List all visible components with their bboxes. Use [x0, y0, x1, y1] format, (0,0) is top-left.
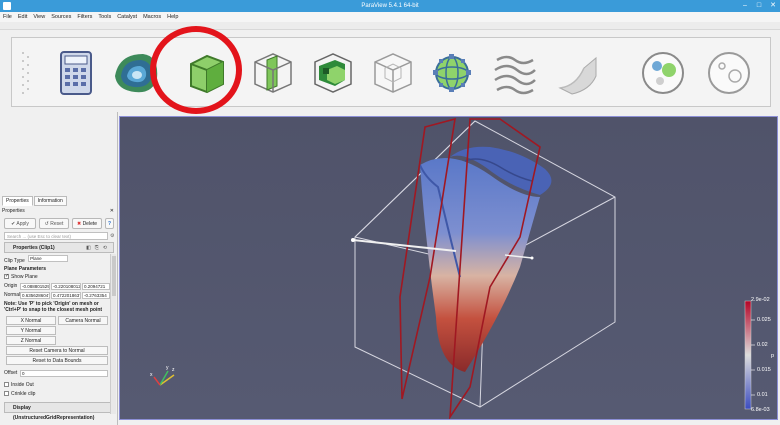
- panel-tabs: Properties Information: [2, 196, 68, 206]
- reset-camera-normal-button[interactable]: Reset Camera to Normal: [6, 346, 108, 355]
- color-legend-bar: [744, 300, 752, 410]
- svg-text:x: x: [150, 372, 153, 378]
- clip-filter-icon[interactable]: [179, 46, 233, 100]
- orientation-axes: z y x: [150, 365, 175, 386]
- panel-header-title: Properties: [2, 208, 25, 214]
- scrollbar-thumb[interactable]: [112, 256, 116, 296]
- normal-x-field[interactable]: 0.635628604741: [20, 292, 50, 299]
- menu-edit[interactable]: Edit: [15, 12, 30, 22]
- reset-data-bounds-button[interactable]: Reset to Data Bounds: [6, 356, 108, 365]
- help-button[interactable]: ?: [105, 218, 114, 229]
- menu-catalyst[interactable]: Catalyst: [114, 12, 140, 22]
- colorbar-tick-001: 0.01: [757, 392, 768, 398]
- y-normal-button[interactable]: Y Normal: [6, 326, 56, 335]
- menu-sources[interactable]: Sources: [48, 12, 74, 22]
- pick-note: Note: Use 'P' to pick 'Origin' on mesh o…: [4, 301, 103, 313]
- show-plane-checkbox[interactable]: [4, 273, 9, 280]
- menu-help[interactable]: Help: [164, 12, 181, 22]
- render-scene: z y x: [150, 117, 755, 419]
- colorbar-tick-002: 0.02: [757, 342, 768, 348]
- origin-x-field[interactable]: -0.0888015294: [20, 283, 50, 290]
- render-view[interactable]: z y x 2.9e-02 0.025 0.02 0.015 0.01 6.8e…: [119, 116, 778, 420]
- close-icon[interactable]: ✕: [766, 0, 780, 12]
- origin-label: Origin: [4, 283, 18, 289]
- tab-information[interactable]: Information: [33, 196, 67, 206]
- offset-label: Offset: [4, 370, 18, 376]
- minimize-icon[interactable]: –: [738, 0, 752, 12]
- camera-normal-button[interactable]: Camera Normal: [58, 316, 108, 325]
- origin-y-field[interactable]: -0.220108012: [51, 283, 81, 290]
- tab-properties[interactable]: Properties: [2, 196, 33, 206]
- properties-scrollbar[interactable]: [110, 254, 116, 414]
- colorbar-min-label: 6.8e-03: [751, 407, 770, 413]
- svg-text:y: y: [166, 365, 169, 371]
- normal-z-field[interactable]: -0.2763354: [82, 292, 110, 299]
- menu-bar: File Edit View Sources Filters Tools Catalyst M…: [0, 12, 780, 22]
- reset-button[interactable]: ↺ Reset: [39, 218, 69, 229]
- warp-by-vector-filter-icon[interactable]: [550, 46, 604, 100]
- gear-icon[interactable]: ⚙: [110, 232, 116, 240]
- title-bar: ParaView 5.4.1 64-bit – □ ✕: [0, 0, 780, 12]
- menu-macros[interactable]: Macros: [140, 12, 164, 22]
- clip-type-select[interactable]: Plane: [28, 255, 69, 262]
- common-filters-toolbar: [11, 37, 771, 107]
- menu-view[interactable]: View: [30, 12, 48, 22]
- toolbar-grip[interactable]: [22, 52, 32, 96]
- delete-button[interactable]: ✖ Delete: [72, 218, 102, 229]
- main-toolbar-strip: [0, 22, 780, 30]
- apply-row: ✔ Apply ↺ Reset ✖ Delete ?: [4, 218, 114, 229]
- glyph-filter-icon[interactable]: [425, 46, 479, 100]
- panel-close-icon[interactable]: ✕: [110, 207, 114, 215]
- svg-text:z: z: [172, 367, 175, 373]
- contour-filter-icon[interactable]: [109, 46, 163, 100]
- show-plane-row[interactable]: Show Plane: [4, 273, 38, 281]
- paraview-window: ParaView 5.4.1 64-bit – □ ✕ File Edit View…: [0, 0, 780, 425]
- normal-label: Normal: [4, 292, 21, 298]
- section-tool-icons[interactable]: ◧⎘⟲: [86, 243, 111, 253]
- menu-file[interactable]: File: [0, 12, 15, 22]
- normal-y-field[interactable]: 0.47220186379: [51, 292, 81, 299]
- stream-tracer-filter-icon[interactable]: [487, 46, 541, 100]
- origin-z-field[interactable]: 0.2094721: [82, 283, 110, 290]
- slice-filter-icon[interactable]: [245, 46, 299, 100]
- properties-section-header: Properties (Clip1) ◧⎘⟲: [4, 242, 114, 253]
- z-normal-button[interactable]: Z Normal: [6, 336, 56, 345]
- panel-header: Properties ✕: [2, 207, 116, 215]
- colorbar-tick-0025: 0.025: [757, 317, 771, 323]
- menu-filters[interactable]: Filters: [74, 12, 95, 22]
- menu-tools[interactable]: Tools: [95, 12, 114, 22]
- properties-panel: Properties Information Properties ✕ ✔ App…: [0, 112, 118, 425]
- maximize-icon[interactable]: □: [752, 0, 766, 12]
- colorbar-title: p: [771, 353, 775, 359]
- window-title: ParaView 5.4.1 64-bit: [361, 3, 419, 9]
- display-section-header: Display (UnstructuredGridRepresentation): [4, 402, 114, 421]
- extract-subset-filter-icon[interactable]: [365, 46, 419, 100]
- plane-parameters-title: Plane Parameters: [4, 266, 46, 272]
- threshold-filter-icon[interactable]: [305, 46, 359, 100]
- crinkle-clip-row[interactable]: Crinkle clip: [4, 391, 35, 398]
- crinkle-clip-checkbox[interactable]: [4, 391, 9, 397]
- clip-type-row: Clip Type Plane: [4, 255, 69, 265]
- apply-button[interactable]: ✔ Apply: [4, 218, 36, 229]
- search-input[interactable]: Search ... (use Esc to clear text): [4, 232, 108, 240]
- extract-level-filter-icon[interactable]: [702, 46, 756, 100]
- group-datasets-filter-icon[interactable]: [636, 46, 690, 100]
- colorbar-tick-0015: 0.015: [757, 367, 771, 373]
- inside-out-row[interactable]: Inside Out: [4, 382, 34, 389]
- colorbar-max-label: 2.9e-02: [751, 297, 770, 303]
- inside-out-checkbox[interactable]: [4, 382, 9, 388]
- offset-field[interactable]: 0: [20, 370, 108, 377]
- calculator-filter-icon[interactable]: [49, 46, 103, 100]
- x-normal-button[interactable]: X Normal: [6, 316, 56, 325]
